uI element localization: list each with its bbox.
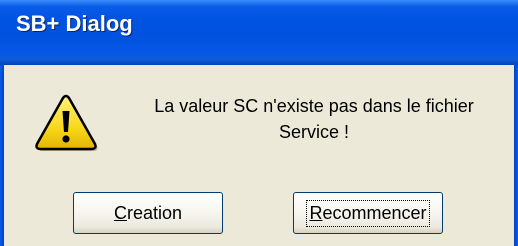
creation-button-label: Creation [113,202,183,223]
message-line-2: Service ! [278,122,350,142]
dialog-body: La valeur SC n'existe pas dans le fichie… [4,65,514,246]
warning-icon [35,94,98,151]
focus-rectangle: Recommencer [306,199,430,227]
creation-button[interactable]: Creation [73,192,223,234]
message-line-1: La valeur SC n'existe pas dans le fichie… [154,96,474,116]
dialog-message: La valeur SC n'existe pas dans le fichie… [124,93,504,145]
recommencer-button-label: Recommencer [309,202,427,223]
dialog-window: SB+ Dialog La valeur SC n'existe pas dan… [0,0,518,246]
window-title: SB+ Dialog [16,11,133,36]
window-frame-right [514,65,518,246]
title-bar[interactable]: SB+ Dialog [0,0,518,65]
recommencer-button[interactable]: Recommencer [293,192,443,234]
